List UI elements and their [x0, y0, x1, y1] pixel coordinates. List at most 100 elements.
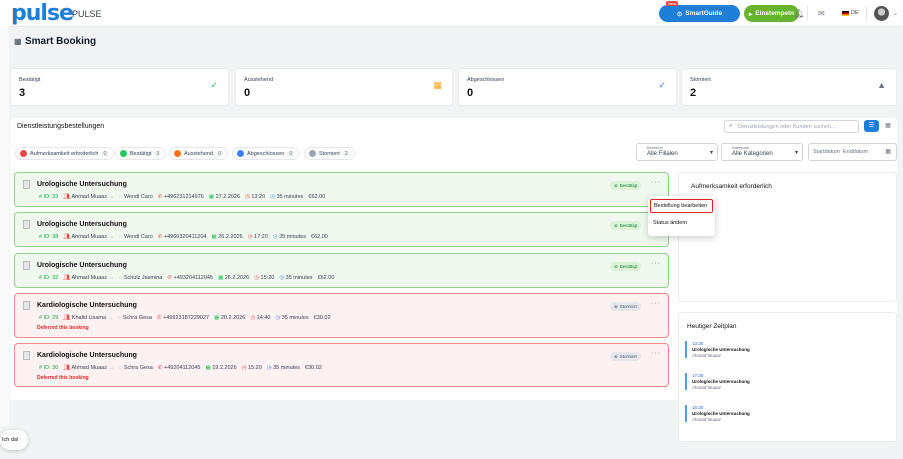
filter-chip-completed[interactable]: Abgeschlossen 0 [232, 147, 300, 160]
doctor-name: 👥︎ Ahmad Muaaz → [63, 365, 114, 371]
booking-note: Deferred this booking [37, 325, 89, 331]
list-view-button[interactable]: ☰ [864, 120, 879, 132]
status-dot [20, 150, 27, 157]
clock-in-button[interactable]: ▸ Einstempeln [744, 5, 799, 22]
patient-name: ◌ Wendl Caro [119, 194, 153, 200]
smartguide-button[interactable]: ⊙ SmartGuide [659, 5, 740, 22]
booking-meta: # ID: 32 👥︎ Ahmad Muaaz → ◌ Schulz Jasmi… [39, 275, 334, 281]
status-badge: ⊗ Storniert [610, 352, 641, 361]
booking-card[interactable]: Kardiologische Untersuchung # ID: 29 👥︎ … [14, 293, 669, 338]
patient-name: ◌ Schra Gesa [118, 315, 152, 321]
user-avatar[interactable] [874, 6, 889, 21]
booking-meta: # ID: 30 👥︎ Ahmad Muaaz → ◌ Schra Gesa ✆… [39, 365, 322, 371]
chevron-down-icon[interactable]: ⌄ [893, 10, 898, 17]
divider [866, 6, 867, 21]
grid-icon: ▦ [14, 37, 22, 46]
category-value: Alle Kategorien [732, 151, 773, 157]
chip-label: Storniert [319, 150, 340, 157]
schedule-service: Urologische Untersuchung [692, 379, 750, 384]
divider [807, 6, 808, 21]
booking-date: ▦ 19.2.2026 [205, 365, 237, 371]
doctor-name: 👥︎ Ahmad Muaaz → [63, 275, 114, 281]
booking-card[interactable]: Urologische Untersuchung # ID: 38 👥︎ Ahm… [14, 212, 669, 247]
booking-duration: ◷ 35 minutes [270, 194, 304, 200]
menu-item-edit-order[interactable]: Bestellung bearbeiten [650, 199, 713, 213]
page-title: Smart Booking [25, 36, 97, 47]
check-circle-icon: ✓ [658, 80, 666, 90]
filter-chip-pending[interactable]: Ausstehend 0 [169, 147, 229, 160]
booking-title: Kardiologische Untersuchung [37, 352, 137, 359]
more-options-icon[interactable]: ··· [651, 179, 661, 186]
schedule-person: Ahmad Muaaz [692, 353, 722, 358]
booking-title: Urologische Untersuchung [37, 221, 127, 228]
pulse-logo[interactable]: pulse [11, 3, 74, 25]
status-dot [120, 150, 127, 157]
stat-label: Abgeschlossen [467, 77, 505, 83]
booking-title: Urologische Untersuchung [37, 181, 127, 188]
booking-duration: ◷ 35 minutes [266, 365, 301, 371]
language-selector[interactable]: DE [851, 10, 859, 16]
play-icon: ▸ [749, 10, 753, 18]
booking-time: ◷ 14:40 [250, 315, 271, 321]
chevron-down-icon: ▾ [794, 150, 798, 156]
phone-number: ✆ +493204112045 [167, 275, 213, 281]
german-flag-icon [842, 11, 849, 16]
filter-chip-cancelled[interactable]: Storniert 2 [304, 147, 355, 160]
attention-panel: Aufmerksamkeit erforderlich [678, 172, 897, 302]
compass-icon: ⊙ [676, 10, 683, 18]
doctor-name: 👥︎ Khalid Usama → [63, 315, 114, 321]
booking-card[interactable]: Urologische Untersuchung # ID: 32 👥︎ Ahm… [14, 253, 669, 288]
booking-meta: # ID: 38 👥︎ Ahmad Muaaz → ◌ Wendl Caro ✆… [39, 234, 328, 240]
clock-in-label: Einstempeln [755, 10, 794, 17]
schedule-time: 13:30 [692, 341, 704, 346]
booking-date: ▦ 26.2.2026 [218, 275, 250, 281]
grid-view-button[interactable]: ▦ [881, 120, 895, 132]
booking-time: ◷ 15:20 [241, 365, 262, 371]
doctor-name: 👥︎ Ahmad Muaaz → [63, 194, 114, 200]
booking-title: Kardiologische Untersuchung [37, 302, 137, 309]
schedule-time: 15:30 [692, 405, 704, 410]
booking-price: €62.00 [308, 194, 326, 200]
mail-icon[interactable]: ✉ [818, 9, 825, 18]
booking-date: ▦ 20.2.2026 [214, 315, 246, 321]
smartguide-label: SmartGuide [685, 10, 723, 17]
chip-label: Ausstehend [184, 150, 214, 157]
menu-item-change-status[interactable]: Status ändern [653, 220, 687, 226]
category-select[interactable]: Kategorie Alle Kategorien ▾ [721, 143, 803, 161]
status-badge: ⊘ Bestätigt [610, 181, 642, 190]
chip-label: Aufmerksamkeit erforderlich [30, 150, 99, 157]
branch-select[interactable]: Bereiche Alle Filialen ▾ [636, 143, 718, 161]
schedule-item[interactable]: 13:30 Urologische Untersuchung Ahmad Mua… [685, 341, 890, 358]
booking-duration: ◷ 35 minutes [272, 234, 307, 240]
stat-value: 2 [690, 87, 697, 99]
search-placeholder: Dienstleistungen oder Kunden suchen... [738, 124, 836, 130]
patient-name: ◌ Wendl Caro [119, 234, 153, 240]
more-options-icon[interactable]: ··· [651, 300, 661, 307]
date-range-input[interactable]: Startdatum Enddatum ▦ [808, 143, 897, 161]
schedule-person: Ahmad Muaaz [692, 417, 722, 422]
schedule-item[interactable]: 15:30 Urologische Untersuchung Ahmad Mua… [685, 405, 890, 422]
booking-card[interactable]: Kardiologische Untersuchung # ID: 30 👥︎ … [14, 343, 669, 387]
booking-duration: ◷ 35 minutes [275, 315, 309, 321]
booking-card[interactable]: Urologische Untersuchung # ID: 33 👥︎ Ahm… [14, 172, 669, 207]
booking-price: €30.02 [305, 365, 322, 371]
schedule-item[interactable]: 17:30 Urologische Untersuchung Ahmad Mua… [685, 373, 890, 390]
bell-icon[interactable]: 🔔︎ [794, 9, 804, 18]
search-input[interactable]: ⌕ Dienstleistungen oder Kunden suchen... [724, 120, 859, 133]
chip-count: 0 [101, 150, 109, 157]
search-icon: ⌕ [729, 123, 733, 129]
chip-count: 0 [216, 150, 224, 157]
filter-chip-confirmed[interactable]: Bestätigt 3 [115, 147, 167, 160]
chip-label: Bestätigt [130, 150, 152, 157]
booking-title: Urologische Untersuchung [37, 262, 127, 269]
status-dot [237, 150, 244, 157]
more-options-icon[interactable]: ··· [651, 260, 661, 267]
more-options-icon[interactable]: ··· [651, 350, 661, 357]
chip-count: 0 [287, 150, 295, 157]
booking-id: # ID: 30 [39, 365, 59, 371]
warning-icon: ▲ [877, 80, 886, 90]
chat-bubble[interactable]: Ich da! [0, 430, 28, 450]
booking-time: ◷ 17:20 [247, 234, 268, 240]
filter-chip-attention[interactable]: Aufmerksamkeit erforderlich 0 [15, 147, 114, 160]
phone-number: ✆ +49204112045 [157, 365, 201, 371]
